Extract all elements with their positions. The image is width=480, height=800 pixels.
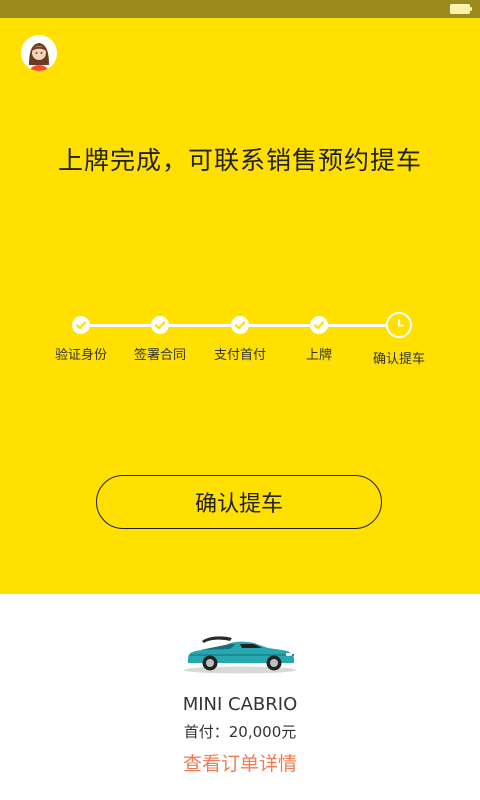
battery-icon (450, 4, 472, 14)
status-bar (0, 0, 480, 18)
order-details-link[interactable]: 查看订单详情 (0, 749, 480, 776)
down-payment: 首付：20,000元 (183, 723, 297, 741)
step-label: 支付首付 (213, 348, 266, 363)
step-check-icon (231, 316, 249, 334)
step-check-icon (72, 316, 90, 334)
hero-panel: 上牌完成，可联系销售预约提车 验证身份 签署合同 支付首付 上牌 确认提车 确认… (0, 18, 480, 594)
car-summary: MINI CABRIO 首付：20,000元 查看订单详情 (0, 594, 480, 800)
step-label: 上牌 (305, 348, 332, 363)
step-check-icon (151, 316, 169, 334)
clock-icon (386, 312, 412, 338)
step-label: 验证身份 (54, 348, 107, 363)
step-label-current: 确认提车 (372, 352, 425, 367)
step-label: 签署合同 (133, 348, 186, 363)
confirm-pickup-button[interactable]: 确认提车 (96, 475, 382, 529)
car-model-name: MINI CABRIO (182, 694, 298, 715)
step-check-icon (310, 316, 328, 334)
car-image (184, 636, 296, 674)
